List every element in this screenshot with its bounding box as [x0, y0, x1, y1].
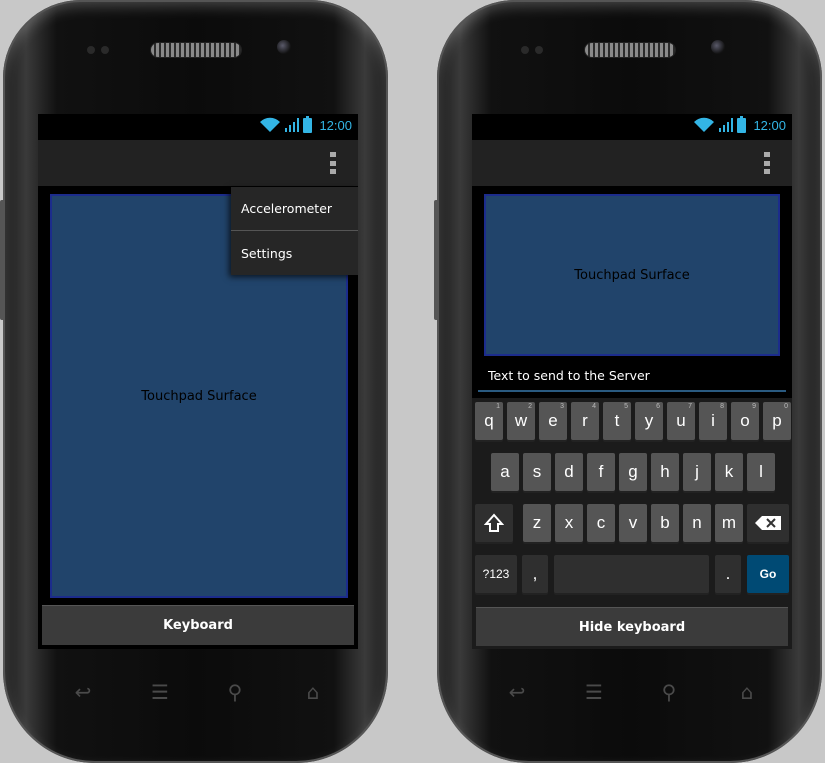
- key-d[interactable]: d: [555, 453, 583, 491]
- home-icon[interactable]: ⌂: [299, 680, 327, 704]
- key-g[interactable]: g: [619, 453, 647, 491]
- light-sensor: [101, 46, 109, 54]
- key-n[interactable]: n: [683, 504, 711, 542]
- key-v[interactable]: v: [619, 504, 647, 542]
- light-sensor: [535, 46, 543, 54]
- key-hint: 1: [496, 403, 500, 410]
- overflow-menu-icon[interactable]: [764, 152, 770, 174]
- status-bar: 12:00: [472, 114, 792, 140]
- earpiece-speaker: [585, 43, 675, 57]
- key-s[interactable]: s: [523, 453, 551, 491]
- touchpad-surface[interactable]: Touchpad Surface: [484, 194, 780, 356]
- earpiece-speaker: [151, 43, 241, 57]
- menu-item-accelerometer[interactable]: Accelerometer: [231, 187, 358, 231]
- shift-key[interactable]: [475, 504, 513, 542]
- recent-apps-icon[interactable]: ☰: [146, 680, 174, 704]
- screen: 12:00 Touchpad Surface Accelerometer Set…: [38, 114, 358, 649]
- key-t[interactable]: t5: [603, 402, 631, 440]
- key-j[interactable]: j: [683, 453, 711, 491]
- back-icon[interactable]: ↩: [503, 680, 531, 704]
- phone-left: 12:00 Touchpad Surface Accelerometer Set…: [0, 0, 388, 763]
- key-hint: 0: [784, 403, 788, 410]
- key-hint: 9: [752, 403, 756, 410]
- front-camera: [711, 40, 725, 54]
- key-y[interactable]: y6: [635, 402, 663, 440]
- symbols-key[interactable]: ?123: [475, 555, 517, 593]
- keyboard-button[interactable]: Keyboard: [42, 605, 354, 645]
- menu-item-settings[interactable]: Settings: [231, 231, 358, 275]
- go-key[interactable]: Go: [747, 555, 789, 593]
- volume-button: [434, 200, 439, 320]
- action-bar: [38, 140, 358, 186]
- key-m[interactable]: m: [715, 504, 743, 542]
- key-hint: 5: [624, 403, 628, 410]
- signal-icon: [719, 118, 734, 132]
- proximity-sensor: [87, 46, 95, 54]
- key-f[interactable]: f: [587, 453, 615, 491]
- nav-bar: ↩ ☰ ⚲ ⌂: [437, 672, 822, 712]
- action-bar: [472, 140, 792, 186]
- key-b[interactable]: b: [651, 504, 679, 542]
- key-h[interactable]: h: [651, 453, 679, 491]
- key-l[interactable]: l: [747, 453, 775, 491]
- nav-bar: ↩ ☰ ⚲ ⌂: [3, 672, 388, 712]
- clock: 12:00: [319, 117, 352, 133]
- recent-apps-icon[interactable]: ☰: [580, 680, 608, 704]
- front-camera: [277, 40, 291, 54]
- key-r[interactable]: r4: [571, 402, 599, 440]
- backspace-key[interactable]: [747, 504, 789, 542]
- comma-key[interactable]: ,: [522, 555, 548, 593]
- overflow-menu-icon[interactable]: [330, 152, 336, 174]
- touchpad-label: Touchpad Surface: [141, 388, 257, 404]
- key-e[interactable]: e3: [539, 402, 567, 440]
- proximity-sensor: [521, 46, 529, 54]
- key-hint: 2: [528, 403, 532, 410]
- screen: 12:00 Touchpad Surface Text to send to t…: [472, 114, 792, 649]
- key-p[interactable]: p0: [763, 402, 791, 440]
- key-hint: 8: [720, 403, 724, 410]
- overflow-menu: Accelerometer Settings: [231, 187, 358, 275]
- search-icon[interactable]: ⚲: [221, 680, 249, 704]
- phone-right: 12:00 Touchpad Surface Text to send to t…: [434, 0, 822, 763]
- key-hint: 6: [656, 403, 660, 410]
- home-icon[interactable]: ⌂: [733, 680, 761, 704]
- clock: 12:00: [753, 117, 786, 133]
- server-text-input[interactable]: Text to send to the Server: [478, 364, 786, 392]
- period-key[interactable]: .: [715, 555, 741, 593]
- key-u[interactable]: u7: [667, 402, 695, 440]
- key-z[interactable]: z: [523, 504, 551, 542]
- backspace-icon: [755, 516, 781, 530]
- key-c[interactable]: c: [587, 504, 615, 542]
- key-o[interactable]: o9: [731, 402, 759, 440]
- key-i[interactable]: i8: [699, 402, 727, 440]
- key-k[interactable]: k: [715, 453, 743, 491]
- volume-button: [0, 200, 5, 320]
- wifi-icon: [694, 117, 715, 132]
- key-hint: 4: [592, 403, 596, 410]
- battery-icon: [737, 115, 747, 133]
- key-a[interactable]: a: [491, 453, 519, 491]
- key-w[interactable]: w2: [507, 402, 535, 440]
- wifi-icon: [260, 117, 281, 132]
- space-key[interactable]: [554, 555, 709, 593]
- touchpad-label: Touchpad Surface: [574, 267, 690, 283]
- battery-icon: [303, 115, 313, 133]
- shift-icon: [484, 513, 504, 532]
- key-x[interactable]: x: [555, 504, 583, 542]
- back-icon[interactable]: ↩: [69, 680, 97, 704]
- key-hint: 7: [688, 403, 692, 410]
- key-hint: 3: [560, 403, 564, 410]
- hide-keyboard-button[interactable]: Hide keyboard: [476, 607, 788, 646]
- key-q[interactable]: q1: [475, 402, 503, 440]
- search-icon[interactable]: ⚲: [655, 680, 683, 704]
- signal-icon: [285, 118, 300, 132]
- status-bar: 12:00: [38, 114, 358, 140]
